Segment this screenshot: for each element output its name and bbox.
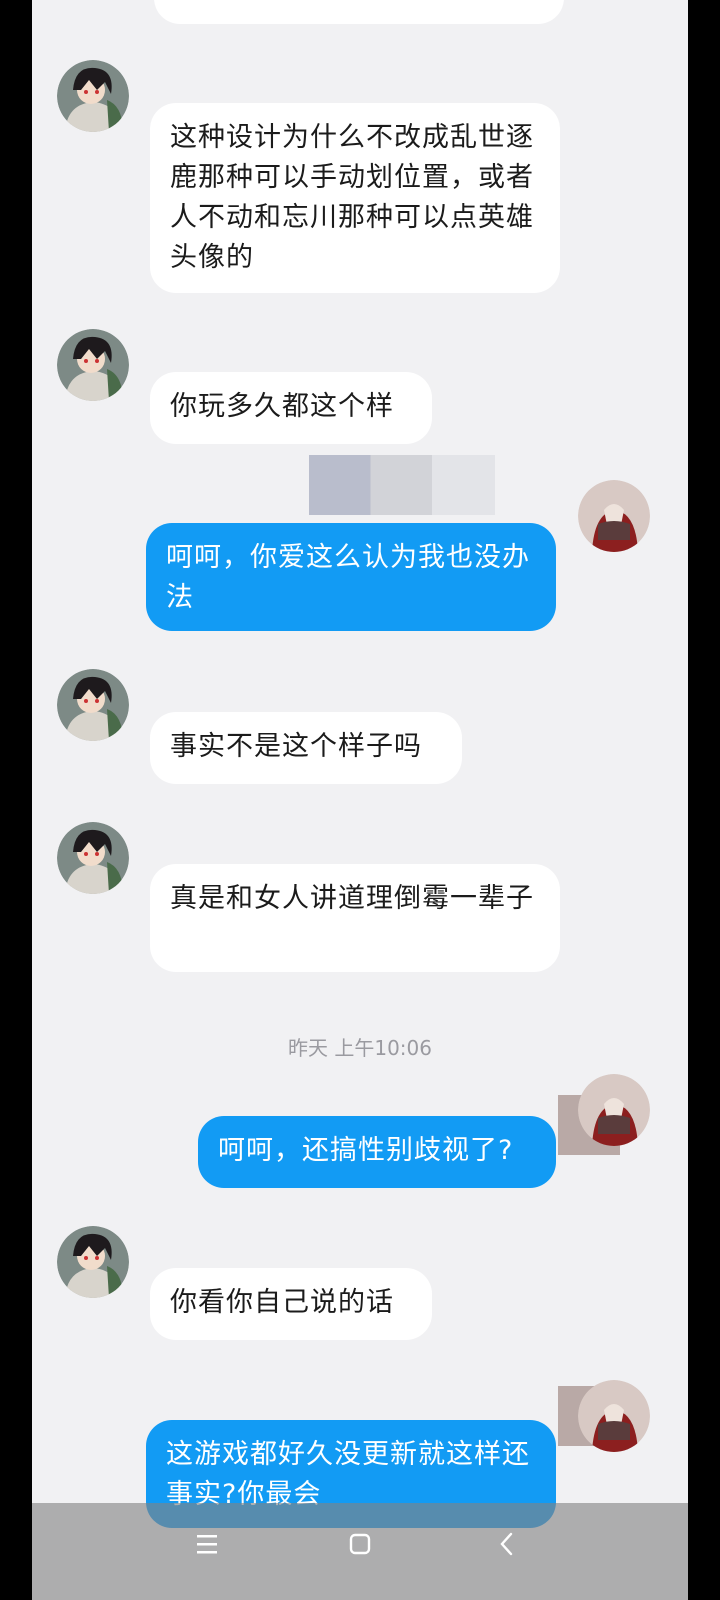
contact-avatar[interactable] xyxy=(57,822,129,894)
contact-avatar[interactable] xyxy=(57,60,129,132)
message-bubble-incoming[interactable]: 真是和女人讲道理倒霉一辈子 xyxy=(150,864,560,972)
message-timestamp: 昨天 上午10:06 xyxy=(288,1036,432,1060)
message-text: 真是和女人讲道理倒霉一辈子 xyxy=(170,883,534,914)
message-text: 这游戏都好久没更新就这样还事实?你最会 xyxy=(166,1439,530,1510)
contact-avatar[interactable] xyxy=(57,669,129,741)
contact-avatar[interactable] xyxy=(57,329,129,401)
self-avatar[interactable] xyxy=(578,1074,650,1146)
system-navigation-bar xyxy=(32,1503,688,1600)
message-text: 呵呵，还搞性别歧视了? xyxy=(218,1135,514,1166)
message-bubble-incoming[interactable]: 你看你自己说的话 xyxy=(150,1268,432,1340)
self-avatar[interactable] xyxy=(578,1380,650,1452)
contact-avatar[interactable] xyxy=(57,1226,129,1298)
message-bubble-incoming[interactable]: 这种设计为什么不改成乱世逐鹿那种可以手动划位置，或者人不动和忘川那种可以点英雄头… xyxy=(150,103,560,293)
message-text: 这种设计为什么不改成乱世逐鹿那种可以手动划位置，或者人不动和忘川那种可以点英雄头… xyxy=(170,122,534,273)
message-text: 你看你自己说的话 xyxy=(170,1287,394,1318)
message-bubble-incoming[interactable]: 事实不是这个样子吗 xyxy=(150,712,462,784)
self-avatar[interactable] xyxy=(578,480,650,552)
redaction-blur xyxy=(309,455,495,515)
chat-screen: 这种设计为什么不改成乱世逐鹿那种可以手动划位置，或者人不动和忘川那种可以点英雄头… xyxy=(32,0,688,1600)
message-bubble-incoming[interactable]: 你玩多久都这个样 xyxy=(150,372,432,444)
message-text: 呵呵，你爱这么认为我也没办法 xyxy=(166,542,530,613)
message-bubble-outgoing[interactable]: 呵呵，你爱这么认为我也没办法 xyxy=(146,523,556,631)
home-square-icon[interactable] xyxy=(340,1525,380,1565)
menu-icon[interactable] xyxy=(187,1525,227,1565)
back-chevron-icon[interactable] xyxy=(487,1525,527,1565)
message-bubble-outgoing[interactable]: 呵呵，还搞性别歧视了? xyxy=(198,1116,556,1188)
message-text: 你玩多久都这个样 xyxy=(170,391,394,422)
message-bubble-cropped[interactable] xyxy=(154,0,564,24)
message-text: 事实不是这个样子吗 xyxy=(170,731,422,762)
